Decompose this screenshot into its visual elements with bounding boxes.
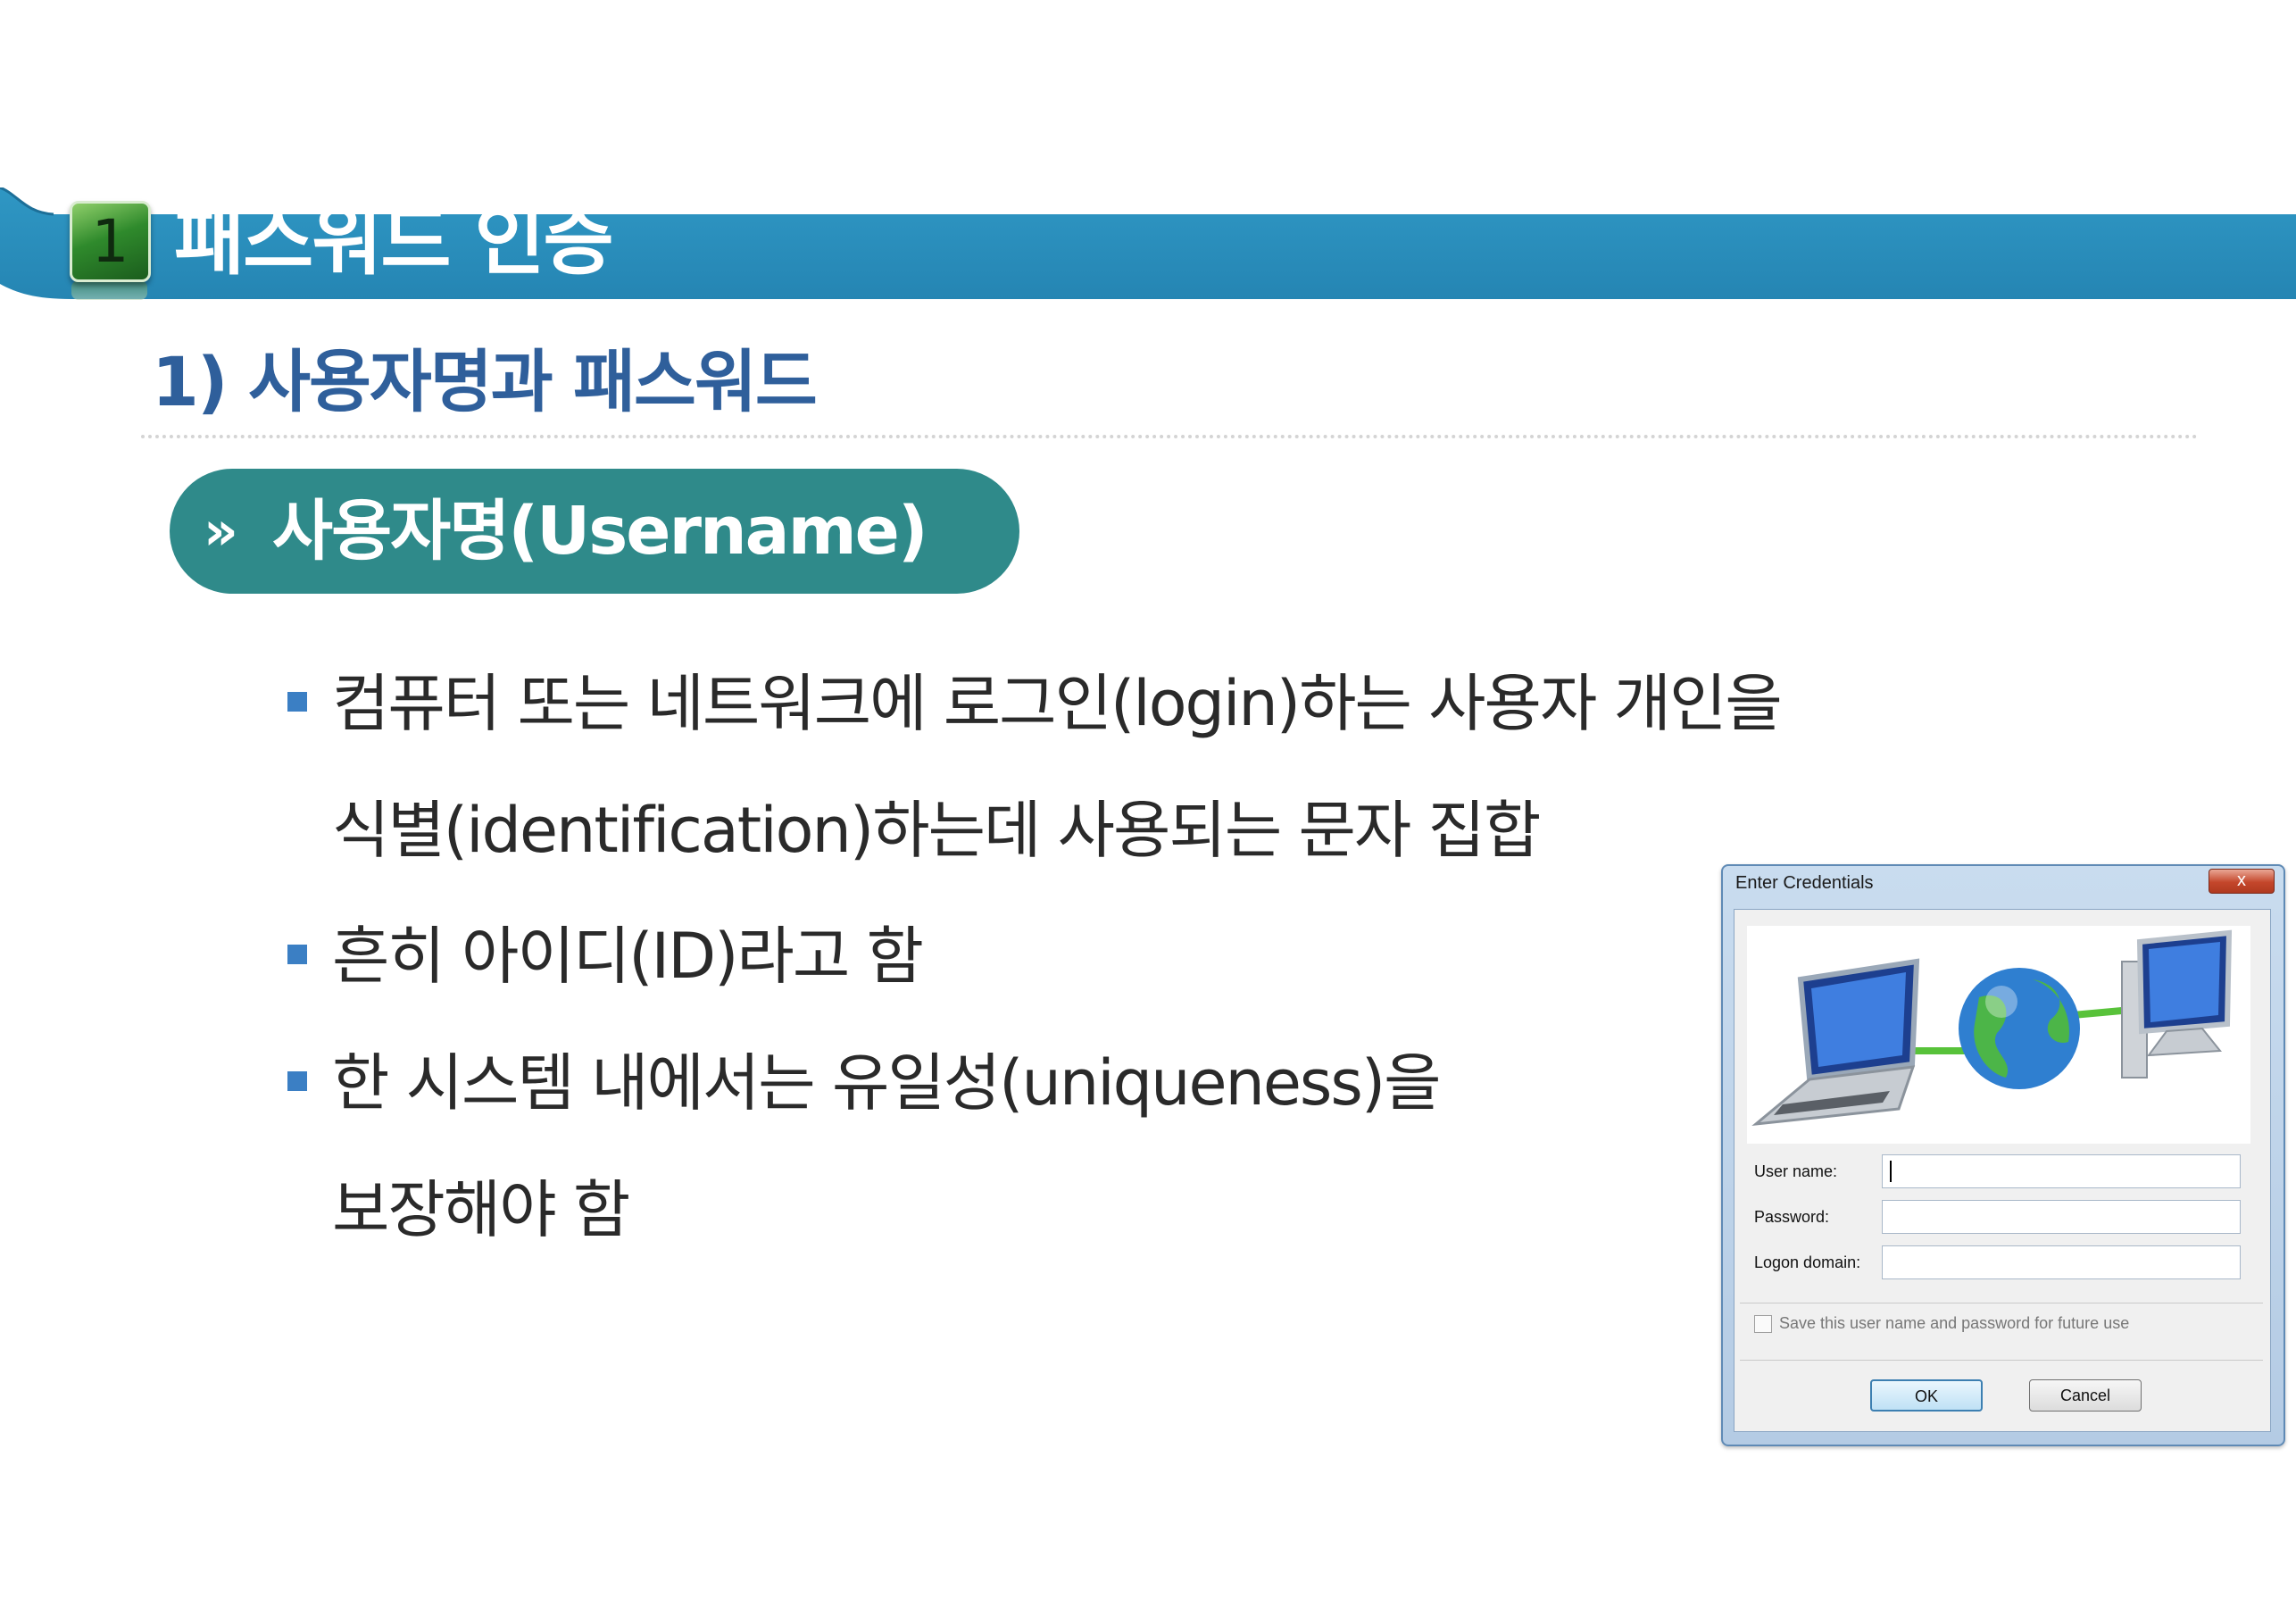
password-label: Password: <box>1754 1208 1830 1226</box>
bullet-3-line-2: 보장해야 함 <box>332 1173 630 1246</box>
bullet-3-line-1: 한 시스템 내에서는 유일성(uniqueness)을 <box>332 1046 1442 1120</box>
laptop-icon <box>1751 958 1920 1127</box>
desktop-computer-icon <box>2121 929 2233 1079</box>
section-number-badge: 1 <box>70 201 151 282</box>
double-chevron-icon: » <box>204 500 238 562</box>
dialog-title: Enter Credentials <box>1735 873 1874 893</box>
dialog-body: User name: Password: Logon domain: Save … <box>1734 909 2271 1432</box>
save-credentials-checkbox[interactable] <box>1754 1315 1772 1333</box>
username-label: User name: <box>1754 1162 1838 1180</box>
logon-domain-input[interactable] <box>1882 1245 2241 1279</box>
header-title: 패스워드 인증 <box>174 196 614 286</box>
number-badge-reflection <box>71 280 147 300</box>
network-illustration <box>1747 926 2250 1144</box>
cancel-button[interactable]: Cancel <box>2029 1379 2142 1412</box>
bullet-marker <box>287 1071 307 1091</box>
globe-icon <box>1959 968 2080 1089</box>
bullet-1-line-1: 컴퓨터 또는 네트워크에 로그인(login)하는 사용자 개인을 <box>332 667 1783 740</box>
password-input[interactable] <box>1882 1200 2241 1234</box>
bullet-marker <box>287 692 307 712</box>
credentials-dialog: Enter Credentials x User name: Password:… <box>1721 864 2285 1446</box>
section-title: 1) 사용자명과 패스워드 <box>152 342 818 421</box>
subtopic-label: 사용자명(Username) <box>272 493 928 570</box>
text-caret <box>1890 1161 1892 1182</box>
divider <box>141 435 2199 438</box>
save-credentials-label: Save this user name and password for fut… <box>1779 1314 2130 1332</box>
separator <box>1740 1360 2263 1361</box>
username-input[interactable] <box>1882 1154 2241 1188</box>
bullet-1-line-2: 식별(identification)하는데 사용되는 문자 집합 <box>332 794 1541 867</box>
ok-button[interactable]: OK <box>1870 1379 1983 1412</box>
bullet-2-line-1: 흔히 아이디(ID)라고 함 <box>332 920 924 993</box>
logon-domain-label: Logon domain: <box>1754 1253 1861 1271</box>
close-button[interactable]: x <box>2209 869 2275 894</box>
bullet-marker <box>287 945 307 964</box>
